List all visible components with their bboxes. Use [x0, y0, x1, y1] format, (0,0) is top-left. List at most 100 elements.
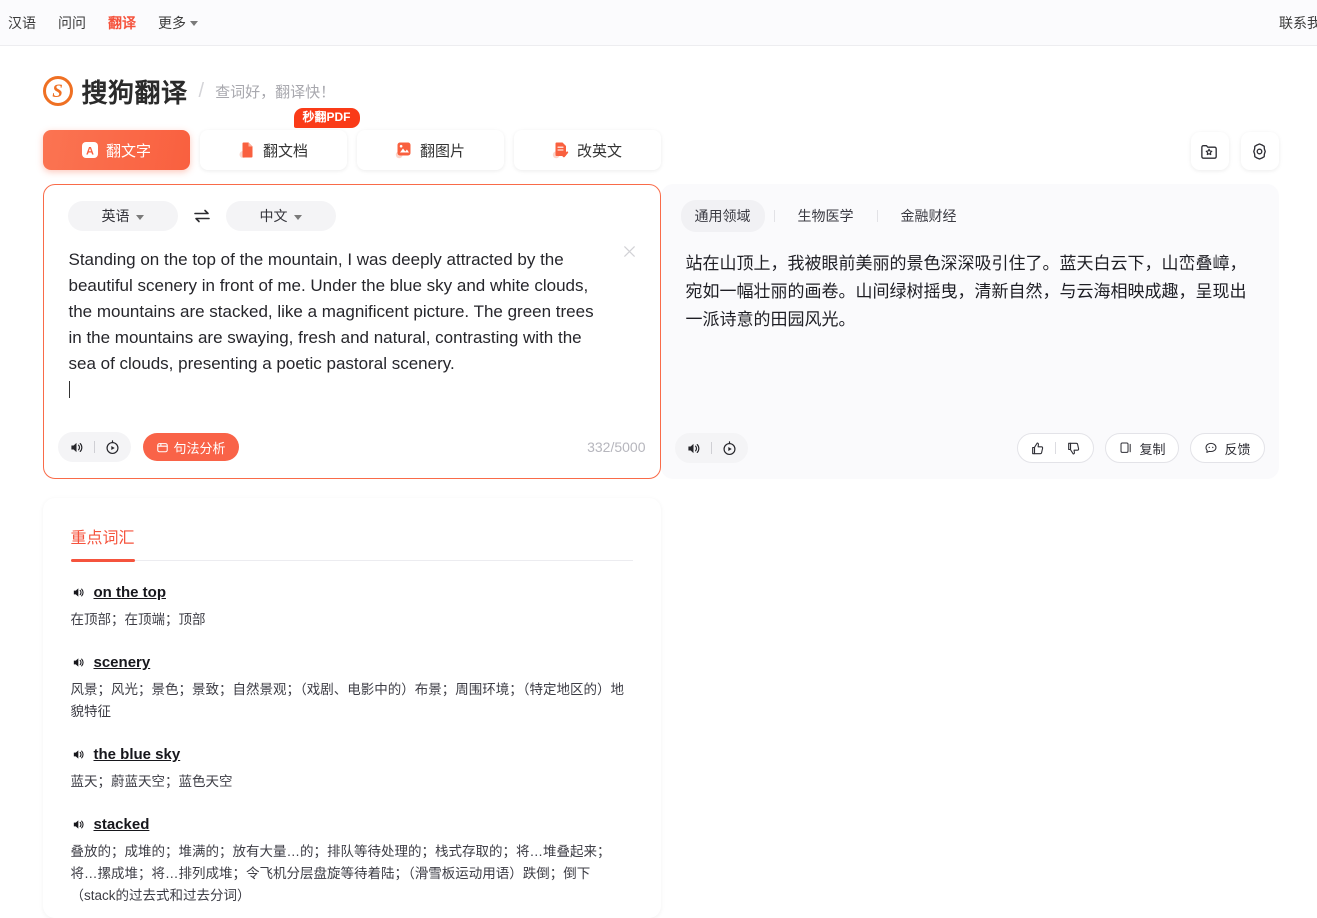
vocabulary-entry: the blue sky 蓝天；蔚蓝天空；蓝色天空 — [71, 746, 633, 793]
sogou-logo-icon: S — [42, 76, 73, 106]
brand-slogan: 查词好，翻译快！ — [215, 83, 336, 101]
source-panel: 英语 中文 Standing on the top of the mountai… — [42, 184, 661, 479]
divider — [876, 210, 878, 222]
divider — [710, 442, 712, 454]
topnav-more-label: 更多 — [158, 14, 186, 31]
english-polish-icon — [552, 141, 570, 159]
source-text: Standing on the top of the mountain, I w… — [68, 250, 599, 373]
brand-name: 搜狗翻译 — [81, 77, 188, 108]
pdf-promo-badge: 秒翻PDF — [293, 108, 360, 129]
domain-tab-finance[interactable]: 金融财经 — [887, 200, 971, 232]
copy-button[interactable]: 复制 — [1105, 433, 1180, 463]
content-wrapper: S 搜狗翻译 / 查词好，翻译快！ A 翻文字 翻文档 翻图片 改英文 秒翻PD… — [39, 46, 1279, 918]
vocabulary-word[interactable]: stacked — [94, 816, 150, 833]
domain-tab-general[interactable]: 通用领域 — [680, 200, 765, 232]
tab-translate-document-label: 翻文档 — [262, 142, 308, 160]
tab-translate-image-label: 翻图片 — [419, 142, 465, 160]
vocabulary-header: 重点词汇 — [70, 524, 633, 562]
speaker-icon[interactable] — [685, 440, 702, 457]
contact-us-link[interactable]: 联系我们 — [1279, 16, 1317, 30]
syntax-analysis-label: 句法分析 — [173, 440, 226, 456]
vocabulary-word-row: stacked — [71, 816, 633, 833]
vocabulary-word[interactable]: scenery — [94, 654, 151, 671]
favorites-button[interactable] — [1190, 132, 1229, 170]
swap-languages-button[interactable] — [192, 208, 212, 224]
syntax-analysis-button[interactable]: 句法分析 — [142, 433, 239, 461]
favorites-icon — [1199, 141, 1220, 162]
vocabulary-definition: 风景；风光；景色；景致；自然景观；（戏剧、电影中的）布景；周围环境；（特定地区的… — [70, 682, 625, 719]
divider — [93, 441, 95, 453]
vocabulary-entry: scenery 风景；风光；景色；景致；自然景观；（戏剧、电影中的）布景；周围环… — [71, 654, 633, 723]
vocabulary-definition: 叠放的；成堆的；堆满的；放有大量…的；排队等待处理的；栈式存取的；将…堆叠起来；… — [70, 844, 611, 903]
speaker-icon[interactable] — [71, 817, 86, 832]
text-cursor — [68, 381, 70, 398]
text-translate-icon: A — [81, 141, 99, 159]
thumbs-down-icon[interactable] — [1066, 441, 1081, 456]
syntax-icon — [156, 441, 169, 454]
slow-play-icon[interactable] — [104, 439, 121, 456]
topnav-item-more[interactable]: 更多 — [158, 16, 198, 30]
rating-buttons[interactable] — [1017, 433, 1095, 463]
vocabulary-word-row: scenery — [71, 654, 633, 671]
vocabulary-word-row: the blue sky — [71, 746, 633, 763]
target-toolbar: 复制 反馈 — [674, 433, 1265, 463]
source-language-label: 英语 — [101, 208, 130, 224]
divider — [773, 210, 775, 222]
source-toolbar: 句法分析 332/5000 — [57, 432, 646, 462]
speaker-icon[interactable] — [68, 439, 85, 456]
key-vocabulary-card: 重点词汇 on the top 在顶部；在顶端；顶部 scenery 风景；风光… — [42, 498, 661, 918]
top-nav-right: 联系我们 — [1279, 16, 1317, 30]
tab-translate-image[interactable]: 翻图片 — [356, 130, 504, 170]
brand-separator: / — [198, 79, 205, 102]
slow-play-icon[interactable] — [721, 440, 738, 457]
page-body: S 搜狗翻译 / 查词好，翻译快！ A 翻文字 翻文档 翻图片 改英文 秒翻PD… — [0, 46, 1317, 918]
document-translate-icon — [238, 141, 256, 159]
language-selector-bar: 英语 中文 — [58, 201, 646, 231]
source-audio-controls[interactable] — [57, 432, 131, 462]
tab-translate-text-label: 翻文字 — [105, 142, 151, 160]
speaker-icon[interactable] — [71, 655, 86, 670]
chevron-down-icon — [135, 214, 144, 220]
header-icon-buttons — [1190, 132, 1279, 170]
tab-polish-english[interactable]: 改英文 — [513, 130, 661, 170]
settings-button[interactable] — [1240, 132, 1279, 170]
feedback-button[interactable]: 反馈 — [1190, 433, 1265, 463]
source-language-select[interactable]: 英语 — [67, 201, 178, 231]
vocabulary-word[interactable]: the blue sky — [94, 746, 181, 763]
tab-polish-english-label: 改英文 — [576, 142, 622, 160]
top-nav-items: 汉语 问问 翻译 更多 — [0, 16, 198, 30]
source-textarea[interactable]: Standing on the top of the mountain, I w… — [58, 247, 646, 403]
mode-tab-strip: A 翻文字 翻文档 翻图片 改英文 秒翻PDF — [39, 108, 1279, 170]
tab-translate-document[interactable]: 翻文档 — [199, 130, 347, 170]
copy-icon — [1119, 441, 1133, 455]
vocabulary-definition: 蓝天；蔚蓝天空；蓝色天空 — [70, 774, 233, 789]
vocabulary-entry: stacked 叠放的；成堆的；堆满的；放有大量…的；排队等待处理的；栈式存取的… — [71, 816, 633, 907]
top-navigation-bar: 汉语 问问 翻译 更多 联系我们 — [0, 0, 1317, 46]
speaker-icon[interactable] — [71, 585, 86, 600]
target-audio-controls[interactable] — [674, 433, 748, 463]
topnav-item-fanyi[interactable]: 翻译 — [108, 16, 136, 30]
vocabulary-word[interactable]: on the top — [94, 584, 166, 601]
image-translate-icon — [395, 141, 413, 159]
topnav-item-wenwen[interactable]: 问问 — [58, 16, 86, 30]
vocabulary-title[interactable]: 重点词汇 — [71, 524, 135, 548]
clear-input-button[interactable] — [621, 243, 638, 260]
target-panel: 通用领域 生物医学 金融财经 站在山顶上，我被眼前美丽的景色深深吸引住了。蓝天白… — [660, 184, 1279, 479]
speaker-icon[interactable] — [71, 747, 86, 762]
svg-text:A: A — [86, 146, 94, 158]
brand-header: S 搜狗翻译 / 查词好，翻译快！ — [39, 68, 1279, 114]
settings-gear-icon — [1249, 141, 1270, 162]
vocabulary-entry: on the top 在顶部；在顶端；顶部 — [71, 584, 633, 631]
chevron-down-icon — [190, 21, 198, 26]
domain-tab-biomedical[interactable]: 生物医学 — [784, 200, 868, 232]
target-language-label: 中文 — [259, 208, 288, 224]
feedback-icon — [1204, 441, 1218, 455]
target-language-select[interactable]: 中文 — [225, 201, 336, 231]
vocabulary-definition: 在顶部；在顶端；顶部 — [70, 612, 206, 627]
thumbs-up-icon[interactable] — [1030, 441, 1045, 456]
topnav-item-hanyu[interactable]: 汉语 — [8, 16, 36, 30]
active-tab-underline — [70, 558, 135, 562]
tab-translate-text[interactable]: A 翻文字 — [42, 130, 190, 170]
character-counter: 332/5000 — [587, 439, 646, 455]
translation-panels: 英语 中文 Standing on the top of the mountai… — [39, 184, 1279, 479]
